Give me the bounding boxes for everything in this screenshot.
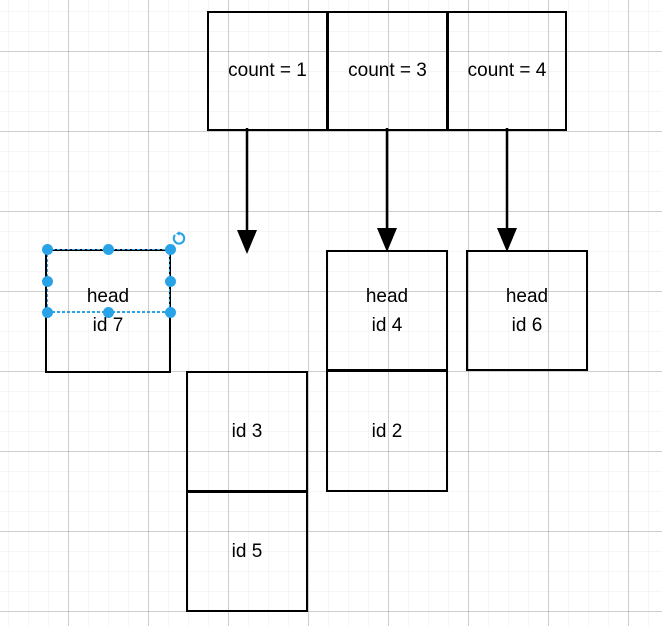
count-cell-1-label: count = 3: [348, 60, 427, 81]
handle-bottom-right[interactable]: [164, 306, 176, 318]
handle-bottom-left[interactable]: [41, 306, 53, 318]
arrow-bucket-0: [237, 128, 257, 254]
node-head-id-4-line-1: head: [365, 285, 409, 307]
handle-middle-right[interactable]: [164, 275, 176, 287]
count-cell-2-label: count = 4: [467, 60, 547, 81]
node-head-id-4-line-2: id 4: [371, 314, 403, 336]
arrow-bucket-2: [497, 128, 517, 252]
handle-middle-left[interactable]: [41, 275, 53, 287]
diagram-canvas[interactable]: count = 1 count = 3 count = 4 head id 7 …: [0, 0, 662, 626]
node-id-5-label: id 5: [231, 541, 263, 562]
rotate-icon[interactable]: [171, 231, 187, 247]
handle-top-left[interactable]: [41, 243, 53, 255]
count-cell-0[interactable]: count = 1: [207, 11, 328, 131]
node-id-2-label: id 2: [371, 420, 403, 442]
count-cell-0-label: count = 1: [228, 60, 307, 81]
node-id-3[interactable]: id 3: [186, 371, 308, 492]
node-head-id-6-line-2: id 6: [511, 314, 543, 336]
count-cell-1[interactable]: count = 3: [327, 11, 448, 131]
count-cell-2[interactable]: count = 4: [447, 11, 567, 131]
node-head-id-6[interactable]: head id 6: [466, 250, 588, 371]
handle-top-center[interactable]: [102, 243, 114, 255]
node-head-id-6-line-1: head: [505, 285, 549, 307]
handle-bottom-center[interactable]: [102, 306, 114, 318]
node-id-3-label: id 3: [231, 421, 263, 442]
node-id-5[interactable]: id 5: [186, 491, 308, 612]
node-head-id-4[interactable]: head id 4: [326, 250, 448, 371]
node-id-2[interactable]: id 2: [326, 370, 448, 492]
arrow-bucket-1: [377, 128, 397, 252]
